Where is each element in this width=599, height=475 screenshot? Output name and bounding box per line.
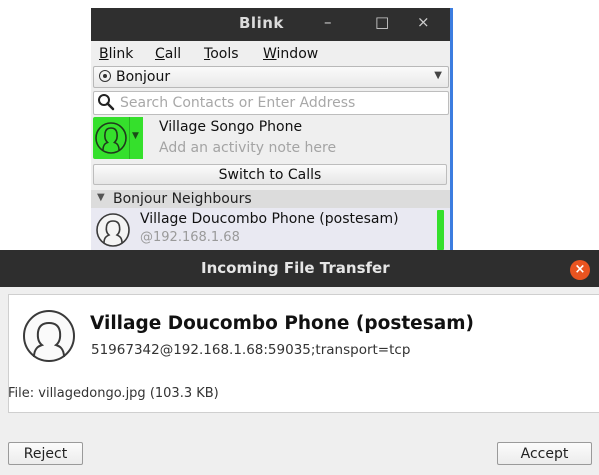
menu-blink[interactable]: Blink <box>99 46 133 62</box>
blink-title-bar[interactable]: Blink – □ × <box>91 8 453 41</box>
transfer-peer-info: Village Doucombo Phone (postesam) 519673… <box>8 294 599 381</box>
contact-address: @192.168.1.68 <box>140 230 240 245</box>
contact-list-item[interactable]: Village Doucombo Phone (postesam) @192.1… <box>91 208 450 251</box>
menu-tools[interactable]: Tools <box>204 46 239 62</box>
my-identity-panel: ▼ Village Songo Phone Add an activity no… <box>91 116 450 162</box>
account-selected-label: Bonjour <box>116 69 171 85</box>
accept-button[interactable]: Accept <box>497 442 592 465</box>
activity-note-input[interactable]: Add an activity note here <box>159 140 336 156</box>
search-input[interactable] <box>118 93 442 113</box>
peer-name: Village Doucombo Phone (postesam) <box>90 313 474 334</box>
my-display-name: Village Songo Phone <box>159 119 303 135</box>
file-info-label: File: villagedongo.jpg (103.3 KB) <box>8 386 219 401</box>
presence-dropdown[interactable]: ▼ <box>129 117 143 159</box>
close-icon: × <box>574 262 586 277</box>
incoming-file-transfer-dialog: Incoming File Transfer × Village Doucomb… <box>0 250 599 475</box>
file-info-panel: File: villagedongo.jpg (103.3 KB) <box>8 378 599 413</box>
dropdown-arrow-icon: ▼ <box>434 70 442 81</box>
blink-main-window: Blink – □ × Blink Call Tools Window Bonj… <box>91 8 453 253</box>
reject-button[interactable]: Reject <box>8 442 83 465</box>
dialog-title: Incoming File Transfer <box>201 259 390 277</box>
contact-name: Village Doucombo Phone (postesam) <box>140 211 399 227</box>
search-icon <box>98 94 115 111</box>
minimize-button[interactable]: – <box>324 13 332 31</box>
group-name: Bonjour Neighbours <box>113 191 252 207</box>
window-accent-border <box>450 8 453 253</box>
user-avatar-icon <box>95 122 127 154</box>
account-selector[interactable]: Bonjour ▼ <box>93 66 449 88</box>
my-avatar[interactable] <box>93 117 129 159</box>
radio-icon <box>99 70 111 82</box>
maximize-button[interactable]: □ <box>375 13 389 31</box>
close-button[interactable]: × <box>417 13 430 31</box>
menu-bar: Blink Call Tools Window <box>91 42 450 66</box>
switch-to-calls-button[interactable]: Switch to Calls <box>93 164 447 185</box>
contact-group-header[interactable]: ▼ Bonjour Neighbours <box>91 190 450 208</box>
menu-window[interactable]: Window <box>263 46 318 62</box>
peer-uri: 51967342@192.168.1.68:59035;transport=tc… <box>91 342 411 358</box>
chevron-down-icon: ▼ <box>132 131 139 141</box>
peer-avatar-icon <box>23 310 75 362</box>
expand-triangle-icon: ▼ <box>97 192 105 203</box>
dialog-title-bar[interactable]: Incoming File Transfer × <box>0 250 599 287</box>
contact-avatar-icon <box>96 213 130 247</box>
search-field[interactable] <box>93 91 449 115</box>
presence-indicator <box>437 210 444 250</box>
menu-call[interactable]: Call <box>155 46 181 62</box>
window-title: Blink <box>239 14 284 32</box>
dialog-close-button[interactable]: × <box>570 260 590 280</box>
